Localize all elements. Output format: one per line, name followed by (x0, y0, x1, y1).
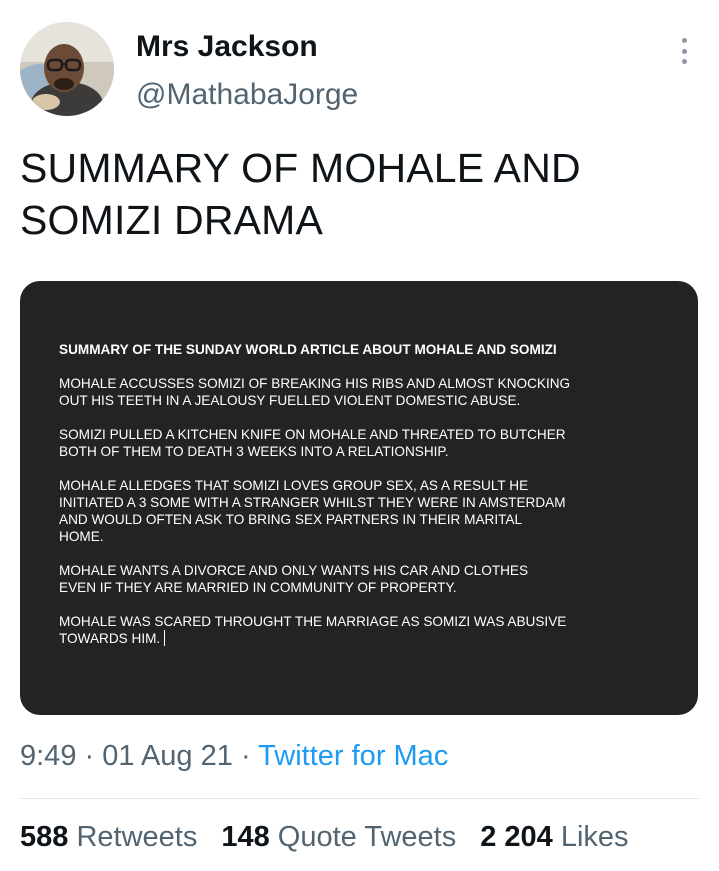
retweets-label: Retweets (76, 821, 198, 853)
divider (20, 798, 699, 799)
tweet-text: SUMMARY OF MOHALE AND SOMIZI DRAMA (20, 142, 680, 246)
display-name[interactable]: Mrs Jackson (136, 30, 318, 64)
tweet-stats: 588 Retweets 148 Quote Tweets 2 204 Like… (20, 821, 653, 854)
media-text-block: SUMMARY OF THE SUNDAY WORLD ARTICLE ABOU… (59, 341, 659, 664)
meta-separator: · (84, 740, 95, 772)
media-paragraph: MOHALE WAS SCARED THROUGHT THE MARRIAGE … (59, 614, 567, 646)
tweet-meta: 9:49 · 01 Aug 21 · Twitter for Mac (20, 740, 448, 773)
media-paragraph: MOHALE ACCUSSES SOMIZI OF BREAKING HIS R… (59, 376, 571, 408)
tweet-media-image[interactable]: SUMMARY OF THE SUNDAY WORLD ARTICLE ABOU… (20, 281, 698, 715)
media-title: SUMMARY OF THE SUNDAY WORLD ARTICLE ABOU… (59, 342, 557, 357)
retweets-stat[interactable]: 588 Retweets (20, 821, 197, 854)
quote-tweets-stat[interactable]: 148 Quote Tweets (221, 821, 456, 854)
likes-stat[interactable]: 2 204 Likes (480, 821, 628, 854)
tweet-text-line: SOMIZI DRAMA (20, 197, 324, 243)
retweets-count: 588 (20, 821, 69, 853)
tweet-time[interactable]: 9:49 (20, 740, 76, 772)
more-options-button[interactable] (672, 36, 696, 66)
media-paragraph: MOHALE ALLEDGES THAT SOMIZI LOVES GROUP … (59, 478, 566, 544)
more-vertical-icon (681, 38, 687, 43)
likes-label: Likes (560, 821, 629, 853)
media-paragraph: MOHALE WANTS A DIVORCE AND ONLY WANTS HI… (59, 563, 529, 595)
quote-tweets-label: Quote Tweets (277, 821, 457, 853)
text-cursor (164, 630, 166, 646)
tweet-date[interactable]: 01 Aug 21 (102, 740, 233, 772)
likes-count: 2 204 (480, 821, 553, 853)
tweet-source-link[interactable]: Twitter for Mac (258, 740, 448, 772)
quote-tweets-count: 148 (221, 821, 270, 853)
avatar-image (20, 22, 114, 116)
media-paragraph: SOMIZI PULLED A KITCHEN KNIFE ON MOHALE … (59, 427, 566, 459)
tweet-text-line: SUMMARY OF MOHALE AND (20, 145, 581, 191)
avatar[interactable] (20, 22, 114, 116)
user-handle[interactable]: @MathabaJorge (136, 78, 358, 112)
meta-separator: · (240, 740, 251, 772)
